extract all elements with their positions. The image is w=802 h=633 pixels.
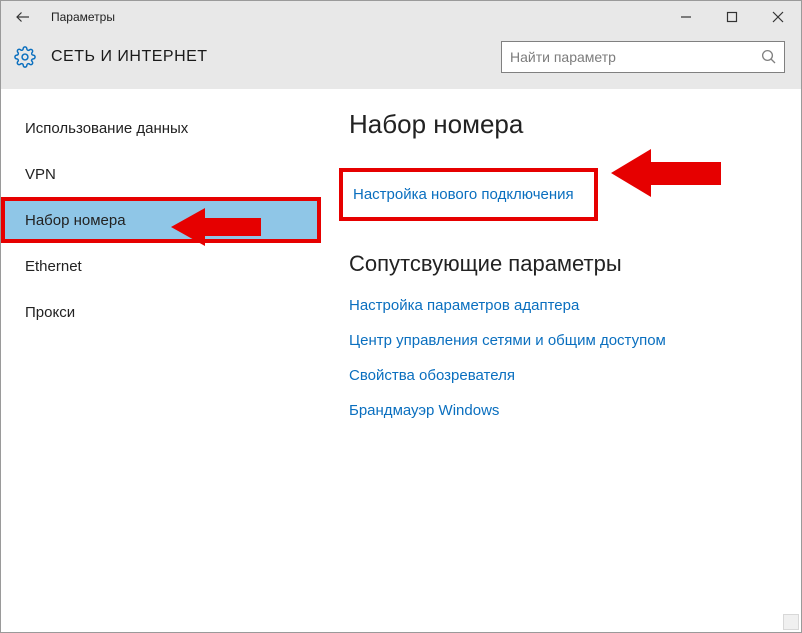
sidebar-item-label: Прокси (25, 304, 75, 321)
sidebar-item-proxy[interactable]: Прокси (1, 289, 321, 335)
link-internet-options[interactable]: Свойства обозревателя (349, 367, 777, 384)
resize-grip-icon[interactable] (783, 614, 799, 630)
sidebar-item-label: Ethernet (25, 258, 82, 275)
sidebar-item-label: Использование данных (25, 120, 188, 137)
minimize-button[interactable] (663, 1, 709, 33)
search-box[interactable] (501, 41, 785, 73)
search-icon (760, 48, 778, 66)
sidebar-item-data-usage[interactable]: Использование данных (1, 105, 321, 151)
close-button[interactable] (755, 1, 801, 33)
annotation-arrow-icon (611, 145, 721, 201)
search-input[interactable] (502, 42, 784, 72)
body: Использование данных VPN Набор номера Et… (1, 89, 801, 632)
page-title: Набор номера (349, 109, 777, 140)
titlebar: Параметры (1, 1, 801, 33)
link-windows-firewall[interactable]: Брандмауэр Windows (349, 402, 777, 419)
window-title: Параметры (51, 10, 115, 24)
sidebar: Использование данных VPN Набор номера Et… (1, 89, 321, 632)
back-button[interactable] (1, 1, 45, 33)
maximize-button[interactable] (709, 1, 755, 33)
annotation-highlight: Настройка нового подключения (339, 168, 598, 221)
link-adapter-settings[interactable]: Настройка параметров адаптера (349, 297, 777, 314)
settings-window: Параметры СЕТЬ И ИНТЕРНЕТ (0, 0, 802, 633)
header: СЕТЬ И ИНТЕРНЕТ (1, 33, 801, 89)
link-new-connection[interactable]: Настройка нового подключения (353, 186, 574, 203)
link-network-sharing-center[interactable]: Центр управления сетями и общим доступом (349, 332, 777, 349)
sidebar-item-ethernet[interactable]: Ethernet (1, 243, 321, 289)
content: Набор номера Настройка нового подключени… (321, 89, 801, 632)
sidebar-item-label: Набор номера (25, 212, 126, 229)
gear-icon (13, 45, 37, 69)
window-controls (663, 1, 801, 33)
sidebar-item-vpn[interactable]: VPN (1, 151, 321, 197)
sidebar-item-label: VPN (25, 166, 56, 183)
sidebar-item-dialup[interactable]: Набор номера (1, 197, 321, 243)
page-heading: СЕТЬ И ИНТЕРНЕТ (51, 48, 208, 66)
related-heading: Сопутсвующие параметры (349, 251, 777, 277)
